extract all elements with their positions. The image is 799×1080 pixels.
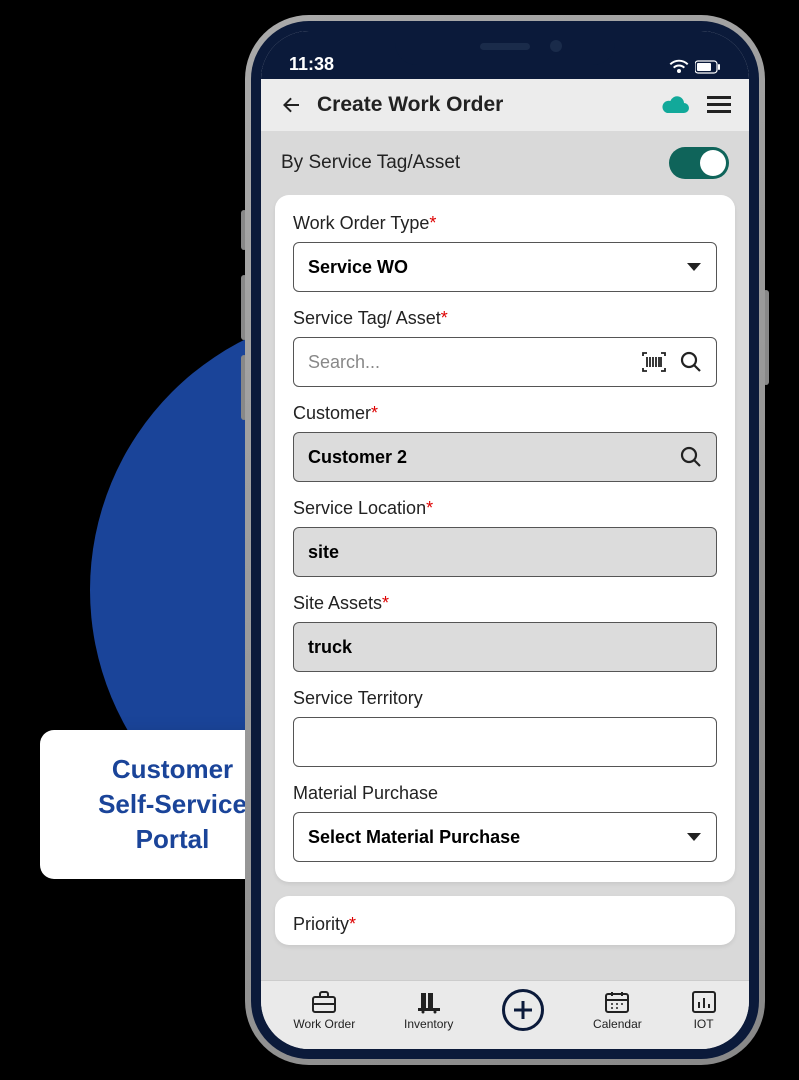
phone-notch	[395, 31, 615, 65]
service-territory-input[interactable]	[293, 717, 717, 767]
site-assets-label: Site Assets*	[293, 593, 717, 614]
page-title: Create Work Order	[317, 93, 647, 117]
work-order-type-label: Work Order Type*	[293, 213, 717, 234]
menu-icon[interactable]	[707, 95, 731, 115]
chevron-down-icon	[686, 261, 702, 273]
service-location-input[interactable]: site	[293, 527, 717, 577]
work-order-type-select[interactable]: Service WO	[293, 242, 717, 292]
battery-icon	[695, 60, 721, 74]
form-card: Work Order Type* Service WO Service Tag/…	[275, 195, 735, 882]
back-icon[interactable]	[279, 93, 303, 117]
service-tag-input[interactable]: Search...	[293, 337, 717, 387]
toggle-row: By Service Tag/Asset	[261, 131, 749, 195]
nav-calendar[interactable]: Calendar	[593, 990, 642, 1031]
nav-inventory[interactable]: Inventory	[404, 990, 453, 1031]
form-card-secondary: Priority*	[275, 896, 735, 945]
nav-work-order[interactable]: Work Order	[293, 990, 355, 1031]
header-bar: Create Work Order	[261, 79, 749, 131]
site-assets-input[interactable]: truck	[293, 622, 717, 672]
nav-iot[interactable]: IOT	[691, 990, 717, 1031]
barcode-icon[interactable]	[642, 352, 666, 372]
priority-label: Priority*	[293, 914, 717, 935]
material-purchase-select[interactable]: Select Material Purchase	[293, 812, 717, 862]
customer-input[interactable]: Customer 2	[293, 432, 717, 482]
search-icon[interactable]	[680, 351, 702, 373]
toggle-label: By Service Tag/Asset	[281, 152, 460, 174]
chevron-down-icon	[686, 831, 702, 843]
phone-mockup: 11:38 Create Work Order	[245, 15, 765, 1065]
service-tag-toggle[interactable]	[669, 147, 729, 179]
wifi-icon	[669, 59, 689, 75]
cloud-icon[interactable]	[661, 94, 691, 116]
service-territory-label: Service Territory	[293, 688, 717, 709]
bottom-nav: Work Order Inventory Calendar	[261, 980, 749, 1049]
status-time: 11:38	[289, 54, 334, 75]
service-location-label: Service Location*	[293, 498, 717, 519]
form-scroll[interactable]: Work Order Type* Service WO Service Tag/…	[261, 195, 749, 980]
customer-label: Customer*	[293, 403, 717, 424]
material-purchase-label: Material Purchase	[293, 783, 717, 804]
search-icon[interactable]	[680, 446, 702, 468]
nav-add-button[interactable]	[502, 989, 544, 1031]
service-tag-label: Service Tag/ Asset*	[293, 308, 717, 329]
